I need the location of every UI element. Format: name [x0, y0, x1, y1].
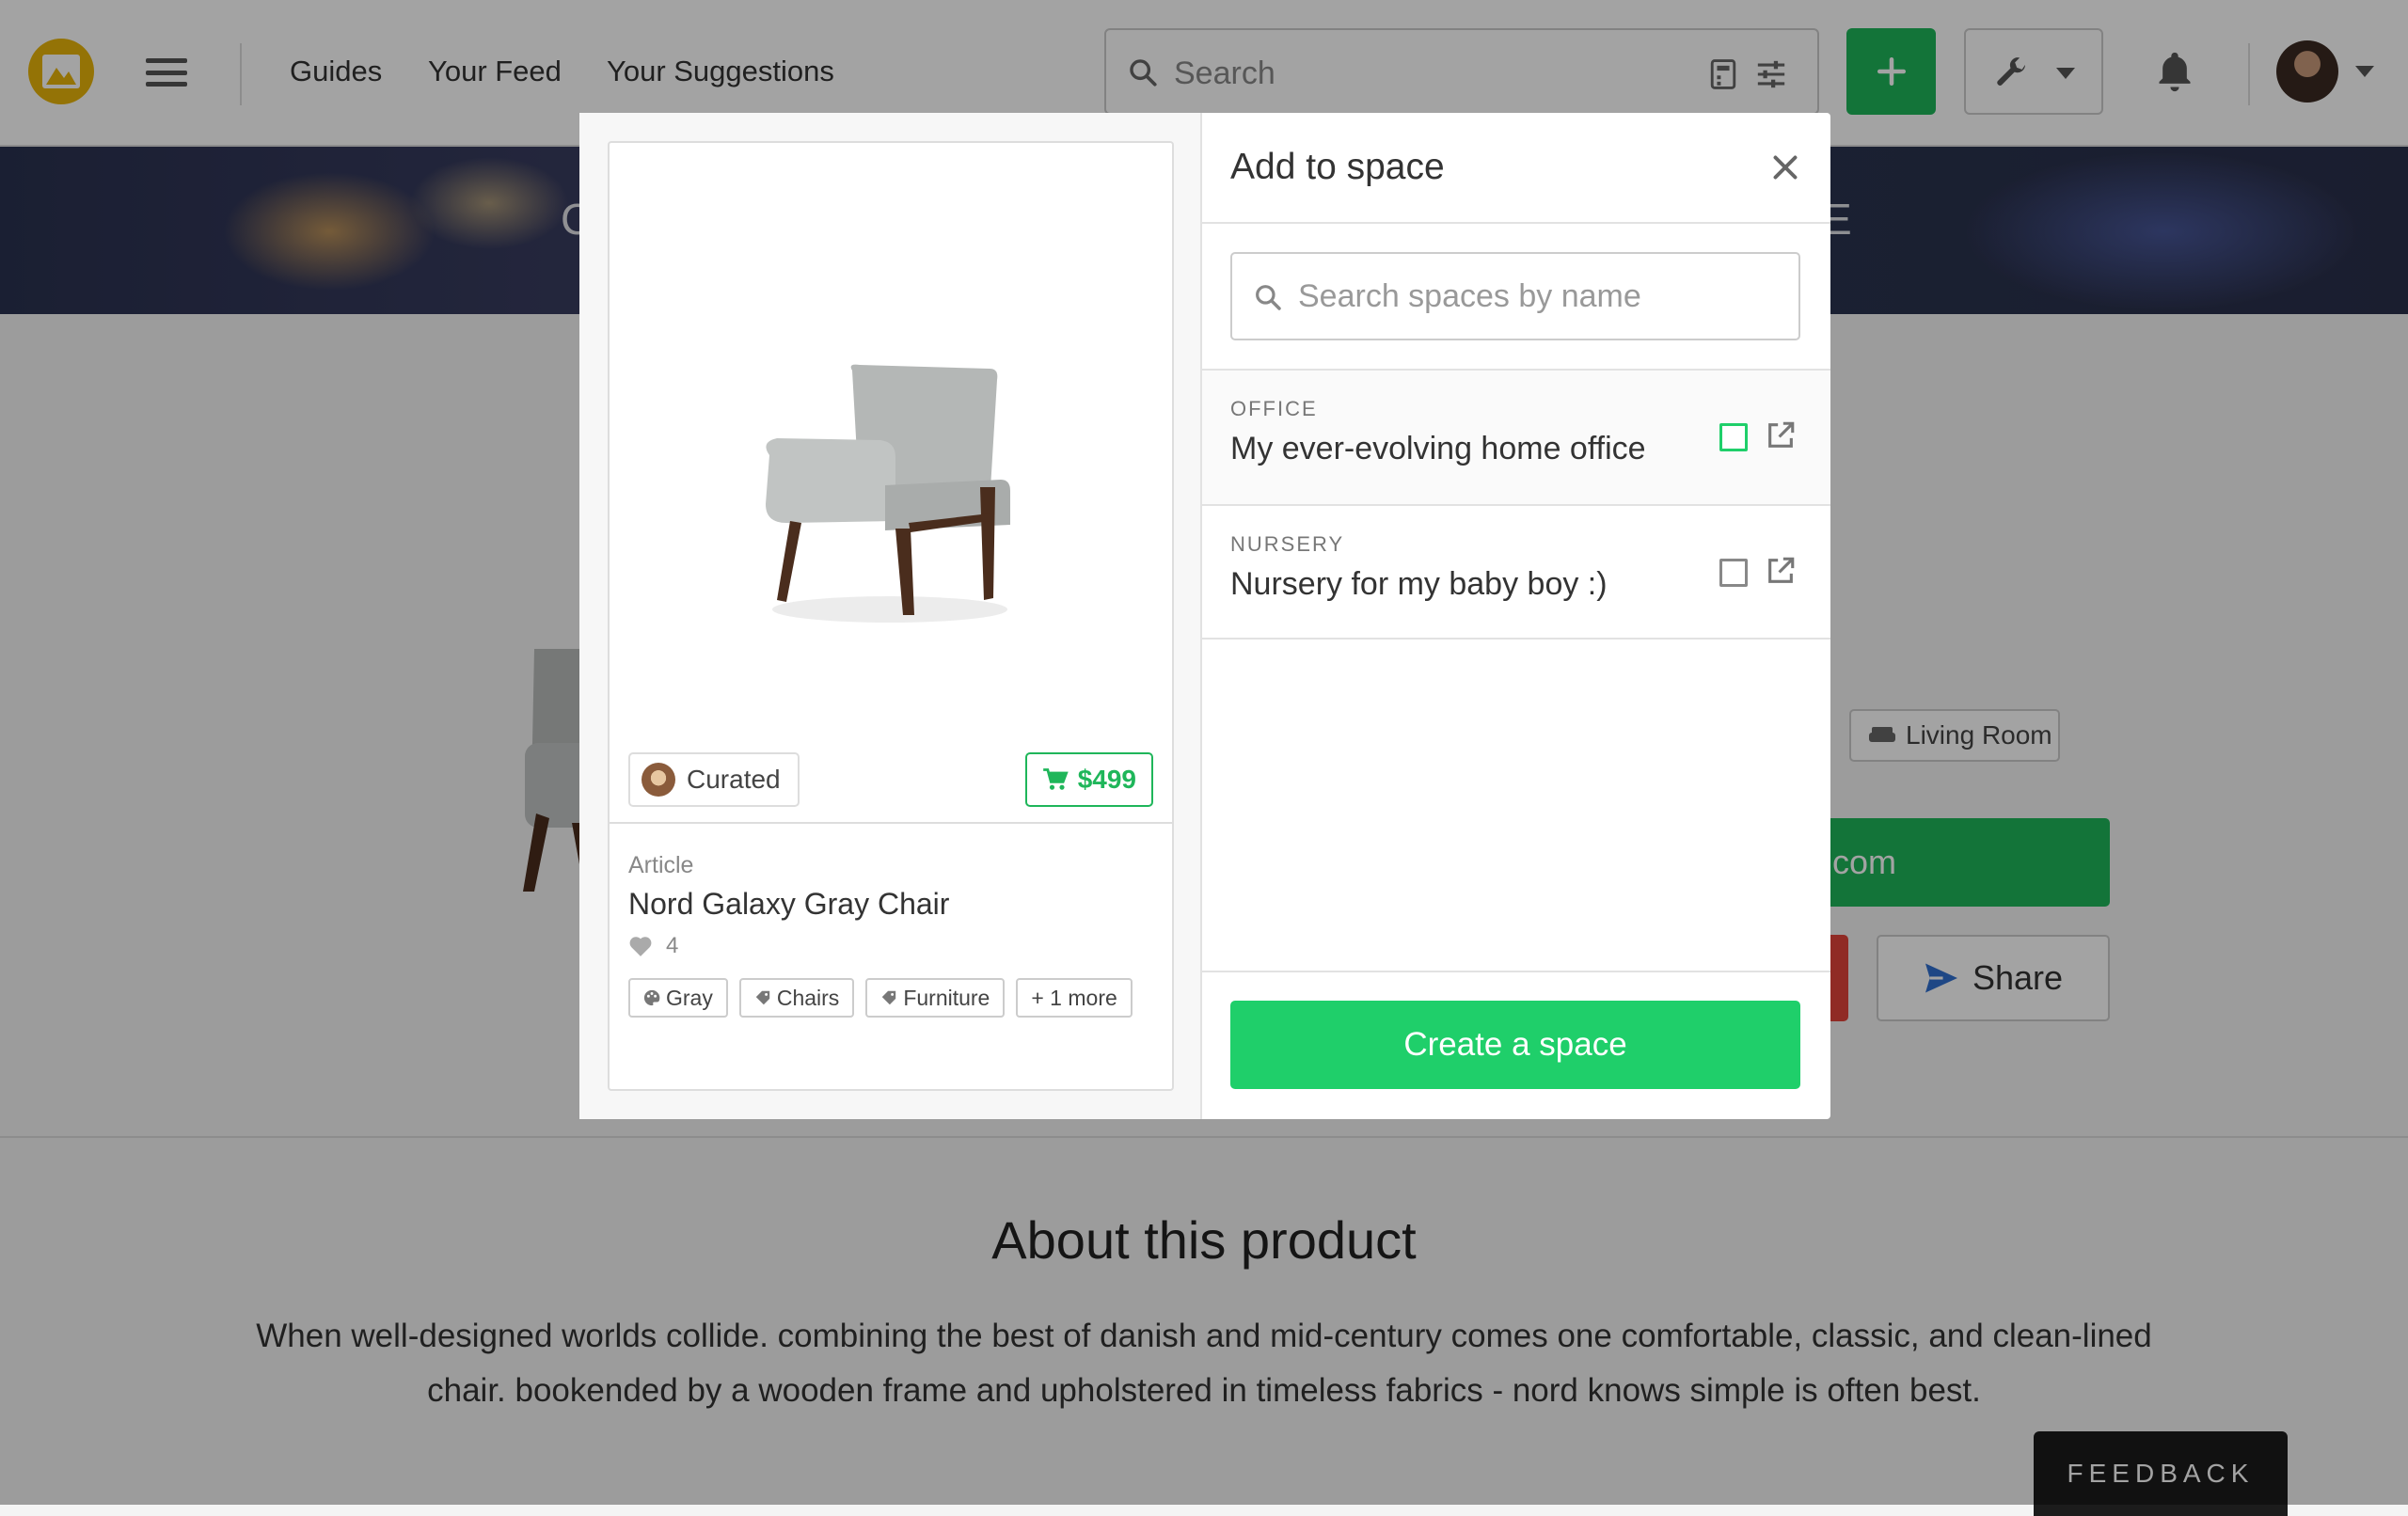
- space-checkbox[interactable]: [1719, 559, 1748, 587]
- curated-label: Curated: [687, 765, 781, 794]
- close-icon[interactable]: [1768, 150, 1802, 184]
- product-card-image: Curated $499: [610, 143, 1172, 824]
- product-tags: Gray Chairs Furniture + 1 more: [628, 978, 1155, 1018]
- armchair-image: [766, 364, 1010, 623]
- product-brand[interactable]: Article: [628, 852, 949, 879]
- create-space-button[interactable]: Create a space: [1230, 1001, 1800, 1089]
- tag-label: Chairs: [776, 985, 840, 1010]
- search-icon: [1256, 285, 1281, 310]
- product-card-meta: Article Nord Galaxy Gray Chair 4: [628, 852, 949, 959]
- cart-icon: [1042, 768, 1069, 790]
- likes-value: 4: [666, 933, 679, 958]
- add-to-space-modal: Curated $499 Article Nord Galaxy Gray Ch…: [579, 113, 1830, 1119]
- price-button[interactable]: $499: [1024, 752, 1153, 807]
- product-card: Curated $499 Article Nord Galaxy Gray Ch…: [608, 141, 1174, 1091]
- tag-chairs[interactable]: Chairs: [738, 978, 855, 1018]
- external-link-icon[interactable]: [1765, 419, 1797, 451]
- curator-avatar: [642, 763, 675, 797]
- space-search-input[interactable]: Search spaces by name: [1230, 252, 1800, 340]
- tag-gray[interactable]: Gray: [628, 978, 728, 1018]
- product-name[interactable]: Nord Galaxy Gray Chair: [628, 887, 949, 922]
- price-label: $499: [1077, 765, 1136, 794]
- space-category: OFFICE: [1230, 397, 1318, 420]
- tag-furniture[interactable]: Furniture: [865, 978, 1006, 1018]
- likes-count[interactable]: 4: [628, 933, 949, 959]
- space-item-office[interactable]: OFFICE My ever-evolving home office: [1202, 369, 1830, 504]
- more-tags-label: + 1 more: [1031, 985, 1117, 1010]
- space-checkbox[interactable]: [1719, 423, 1748, 451]
- tag-icon: [882, 990, 896, 1005]
- space-selection-panel: Add to space Search spaces by name OFFIC…: [1202, 113, 1830, 1119]
- space-name: My ever-evolving home office: [1230, 431, 1646, 466]
- heart-icon: [629, 937, 652, 956]
- modal-footer: Create a space: [1202, 971, 1830, 1119]
- external-link-icon[interactable]: [1765, 555, 1797, 587]
- more-tags-button[interactable]: + 1 more: [1016, 978, 1133, 1018]
- space-search-placeholder: Search spaces by name: [1298, 278, 1641, 314]
- space-name: Nursery for my baby boy :): [1230, 566, 1608, 602]
- tag-icon: [755, 990, 770, 1005]
- modal-title: Add to space: [1230, 147, 1445, 187]
- tag-label: Furniture: [903, 985, 990, 1010]
- tag-label: Gray: [666, 985, 713, 1010]
- space-item-nursery[interactable]: NURSERY Nursery for my baby boy :): [1202, 504, 1830, 640]
- curated-badge[interactable]: Curated: [628, 752, 800, 807]
- palette-icon: [643, 989, 660, 1006]
- product-preview-panel: Curated $499 Article Nord Galaxy Gray Ch…: [579, 113, 1202, 1119]
- modal-header: Add to space: [1202, 113, 1830, 224]
- space-category: NURSERY: [1230, 532, 1345, 556]
